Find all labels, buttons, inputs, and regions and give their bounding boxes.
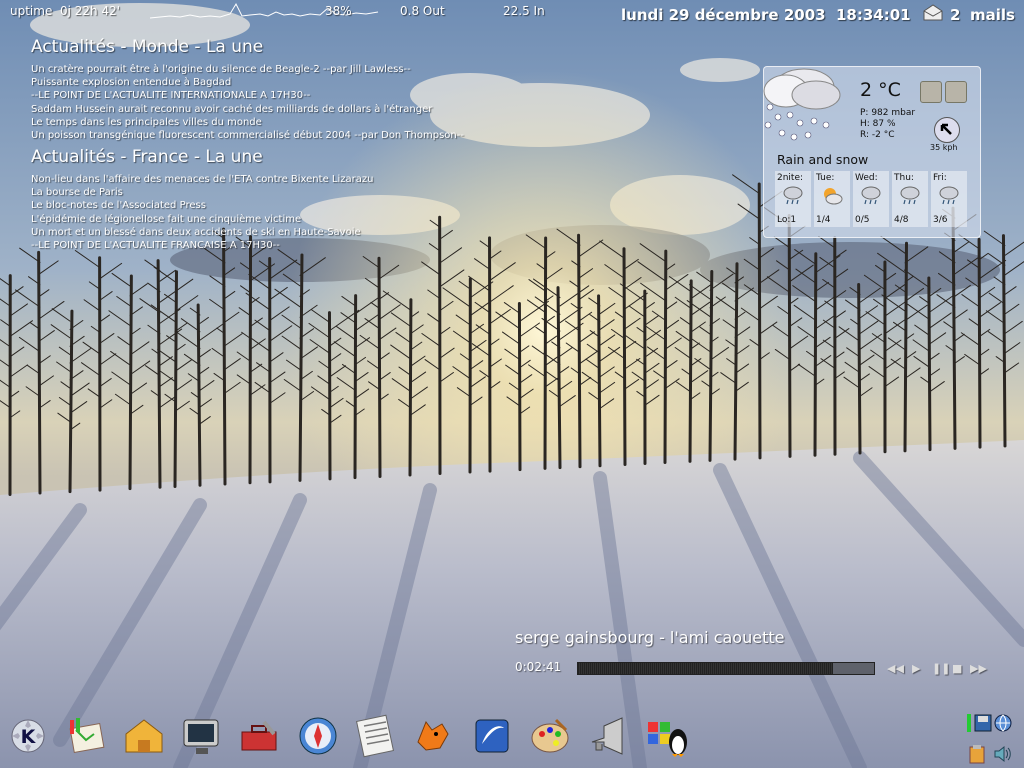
previous-icon[interactable]: ◀◀: [887, 662, 904, 675]
mail-icon[interactable]: [922, 4, 944, 22]
mail-label[interactable]: mails: [970, 6, 1015, 24]
kde-menu-icon[interactable]: K: [4, 712, 52, 760]
news-item[interactable]: L'épidémie de légionellose fait une cinq…: [31, 213, 501, 226]
net-in: 22.5 In: [503, 4, 545, 18]
network-globe-icon[interactable]: [993, 713, 1013, 733]
forecast-temps: Lo:1: [777, 215, 797, 225]
seek-bar-fill: [578, 663, 833, 674]
stop-icon[interactable]: ■: [952, 662, 962, 675]
elapsed-time: 0:02:41: [515, 660, 562, 674]
floppy-disk-icon[interactable]: [973, 713, 993, 733]
forecast-temps: 1/4: [816, 215, 831, 225]
pause-icon[interactable]: ❚❚: [932, 662, 950, 675]
news-feed-title: Actualités - Monde - La une: [31, 37, 264, 57]
forecast-day: Tue: 1/4: [814, 171, 850, 227]
forecast-day-name: Fri:: [933, 173, 947, 183]
news-feed-france: Actualités - France - La une Non-lieu da…: [31, 147, 501, 252]
news-item[interactable]: --LE POINT DE L'ACTUALITE INTERNATIONALE…: [31, 89, 501, 102]
forecast-day-name: Wed:: [855, 173, 878, 183]
svg-text:K: K: [21, 726, 37, 748]
toolbox-icon[interactable]: [236, 712, 284, 760]
news-item[interactable]: Puissante explosion entendue à Bagdad: [31, 76, 501, 89]
news-item[interactable]: Le bloc-notes de l'Associated Press: [31, 199, 501, 212]
weather-config-button[interactable]: [920, 81, 942, 103]
humidity-value: H: 87 %: [860, 119, 896, 129]
paint-easel-icon[interactable]: [62, 712, 110, 760]
wind-speed: 35 kph: [930, 143, 958, 152]
realfeel-value: R: -2 °C: [860, 130, 895, 140]
now-playing-title: serge gainsbourg - l'ami caouette: [515, 628, 785, 647]
uptime-label: uptime: [10, 4, 53, 18]
net-out: 0.8 Out: [400, 4, 445, 18]
monitor-settings-icon[interactable]: [178, 712, 226, 760]
weather-map-button[interactable]: [945, 81, 967, 103]
newspaper-icon[interactable]: [352, 712, 400, 760]
konqueror-compass-icon[interactable]: [294, 712, 342, 760]
cpu-percent: 38%: [325, 4, 352, 18]
palette-icon[interactable]: [526, 712, 574, 760]
volume-icon[interactable]: [993, 744, 1013, 764]
forecast-day: Fri: 3/6: [931, 171, 967, 227]
forecast-strip: 2nite: Lo:1 Tue: 1/4 Wed: 0/5 Thu: 4/8 F…: [775, 171, 967, 227]
forecast-day: Wed: 0/5: [853, 171, 889, 227]
news-feed-title: Actualités - France - La une: [31, 147, 263, 167]
news-item[interactable]: Le temps dans les principales villes du …: [31, 116, 501, 129]
forecast-temps: 4/8: [894, 215, 909, 225]
rain-icon: [939, 186, 959, 205]
news-feed-monde: Actualités - Monde - La une Un cratère p…: [31, 37, 501, 142]
date-display: lundi 29 décembre 2003: [621, 6, 826, 24]
windows-tux-icon[interactable]: [642, 712, 690, 760]
rain-icon: [900, 186, 920, 205]
rain-icon: [861, 186, 881, 205]
news-item[interactable]: Non-lieu dans l'affaire des menaces de l…: [31, 173, 501, 186]
play-icon[interactable]: ▶: [912, 662, 920, 675]
forecast-day-name: Thu:: [894, 173, 914, 183]
rain-snow-cloud-icon: [763, 68, 841, 141]
home-folder-icon[interactable]: [120, 712, 168, 760]
news-item[interactable]: La bourse de Paris: [31, 186, 501, 199]
forecast-day: Thu: 4/8: [892, 171, 928, 227]
news-item[interactable]: --LE POINT DE L'ACTUALITE FRANCAISE A 17…: [31, 239, 501, 252]
forecast-day-name: 2nite:: [777, 173, 804, 183]
top-status-bar: uptime 0j 22h 42' 38% 0.8 Out 22.5 In lu…: [0, 0, 1024, 28]
wind-direction-icon: [934, 117, 960, 143]
next-icon[interactable]: ▶▶: [970, 662, 987, 675]
weather-condition: Rain and snow: [777, 152, 869, 167]
seek-bar[interactable]: [577, 662, 875, 675]
rain-icon: [783, 186, 803, 205]
uptime-value: 0j 22h 42': [60, 4, 121, 18]
system-activity-bar: [967, 714, 971, 732]
speaker-horn-icon[interactable]: [584, 712, 632, 760]
pressure-value: P: 982 mbar: [860, 108, 916, 118]
mail-count[interactable]: 2: [950, 6, 960, 24]
news-item[interactable]: Un cratère pourrait être à l'origine du …: [31, 63, 501, 76]
forecast-temps: 0/5: [855, 215, 870, 225]
current-temperature: 2 °C: [860, 79, 901, 101]
clipboard-icon[interactable]: [967, 744, 987, 764]
forecast-day-name: Tue:: [816, 173, 835, 183]
forecast-temps: 3/6: [933, 215, 948, 225]
sun-cloud-icon: [824, 188, 843, 205]
openoffice-icon[interactable]: [468, 712, 516, 760]
media-player-widget: serge gainsbourg - l'ami caouette 0:02:4…: [515, 628, 995, 675]
mascot-dragon-icon[interactable]: [410, 712, 458, 760]
weather-widget: 2 °C P: 982 mbar H: 87 % R: -2 °C 35 kph…: [763, 66, 981, 238]
news-item[interactable]: Un mort et un blessé dans deux accidents…: [31, 226, 501, 239]
news-item[interactable]: Un poisson transgénique fluorescent comm…: [31, 129, 501, 142]
news-item[interactable]: Saddam Hussein aurait reconnu avoir cach…: [31, 103, 501, 116]
forecast-day: 2nite: Lo:1: [775, 171, 811, 227]
clock-display: 18:34:01: [836, 6, 911, 24]
